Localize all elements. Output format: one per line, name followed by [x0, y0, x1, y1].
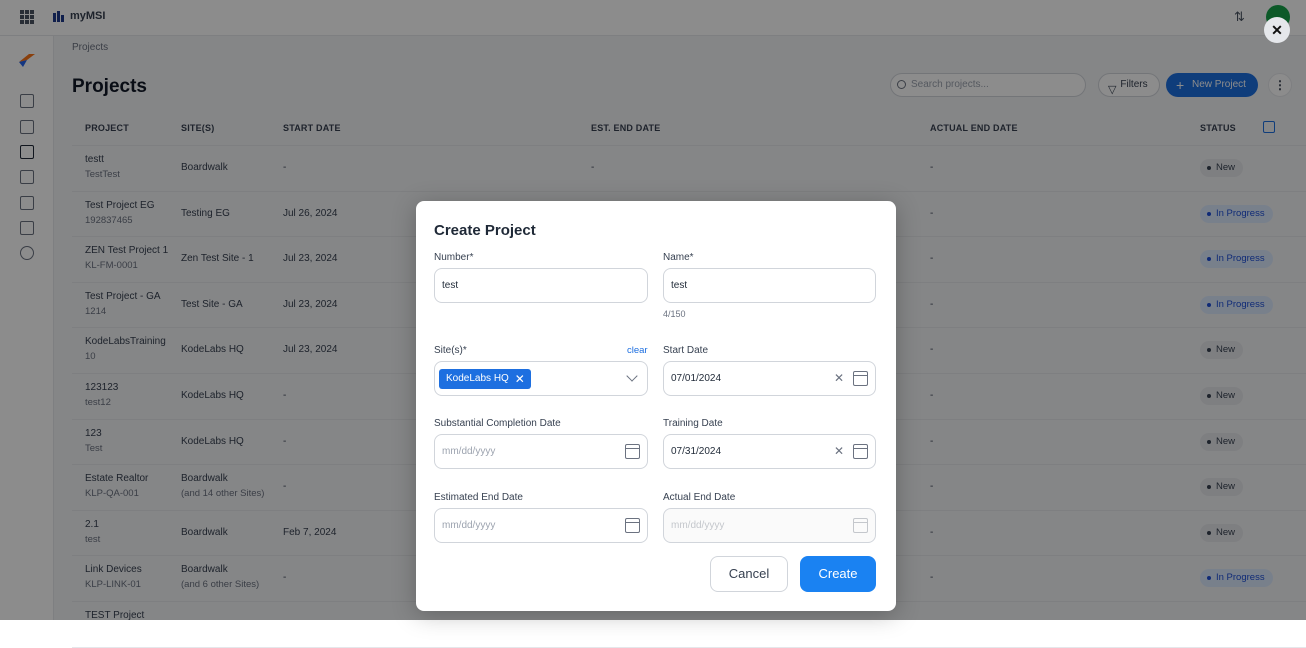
actual-end-placeholder: mm/dd/yyyy — [671, 520, 725, 531]
name-char-counter: 4/150 — [663, 309, 686, 319]
training-date-value: 07/31/2024 — [671, 446, 722, 457]
name-field[interactable]: test — [663, 268, 876, 303]
site-chip-label: KodeLabs HQ — [446, 373, 509, 384]
calendar-icon[interactable] — [625, 444, 640, 459]
close-icon[interactable]: ✕ — [1264, 17, 1290, 43]
clear-training-date-icon[interactable]: ✕ — [834, 435, 844, 468]
create-button[interactable]: Create — [800, 556, 876, 592]
substantial-label: Substantial Completion Date — [434, 418, 561, 429]
estimated-end-label: Estimated End Date — [434, 492, 523, 503]
number-field[interactable]: test — [434, 268, 648, 303]
start-date-label: Start Date — [663, 345, 709, 356]
training-label: Training Date — [663, 418, 723, 429]
sites-label: Site(s)* — [434, 345, 467, 356]
site-chip: KodeLabs HQ ✕ — [439, 369, 531, 389]
estimated-end-date-field[interactable]: mm/dd/yyyy — [434, 508, 648, 543]
create-project-dialog: Create Project Number* test Name* test 4… — [416, 201, 896, 611]
start-date-value: 07/01/2024 — [671, 373, 722, 384]
substantial-date-field[interactable]: mm/dd/yyyy — [434, 434, 648, 469]
calendar-icon[interactable] — [853, 371, 868, 386]
clear-start-date-icon[interactable]: ✕ — [834, 362, 844, 395]
name-label: Name* — [663, 252, 694, 263]
sites-clear-link[interactable]: clear — [627, 345, 648, 356]
sites-select[interactable]: KodeLabs HQ ✕ — [434, 361, 648, 396]
substantial-placeholder: mm/dd/yyyy — [442, 446, 496, 457]
actual-end-date-field: mm/dd/yyyy — [663, 508, 876, 543]
start-date-field[interactable]: 07/01/2024 ✕ — [663, 361, 876, 396]
actual-end-label: Actual End Date — [663, 492, 736, 503]
calendar-icon — [853, 518, 868, 533]
cancel-button[interactable]: Cancel — [710, 556, 788, 592]
calendar-icon[interactable] — [625, 518, 640, 533]
estimated-end-placeholder: mm/dd/yyyy — [442, 520, 496, 531]
chip-remove-icon[interactable]: ✕ — [515, 369, 525, 389]
training-date-field[interactable]: 07/31/2024 ✕ — [663, 434, 876, 469]
number-label: Number* — [434, 252, 474, 263]
chevron-down-icon[interactable] — [626, 370, 638, 382]
calendar-icon[interactable] — [853, 444, 868, 459]
dialog-title: Create Project — [434, 222, 536, 239]
